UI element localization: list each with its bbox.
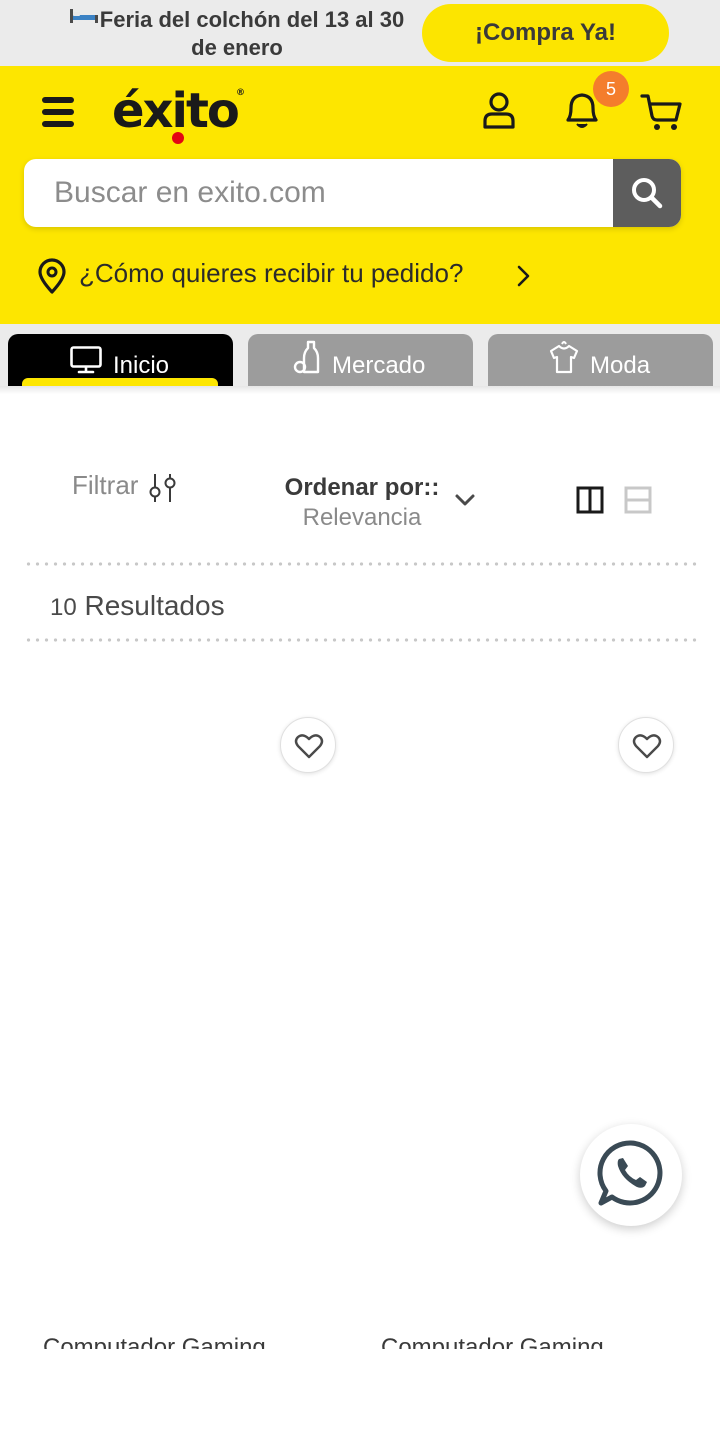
chevron-right-icon [517, 265, 530, 287]
logo-dot [172, 132, 184, 144]
tabs-shadow [0, 386, 720, 394]
search-button[interactable] [613, 159, 681, 227]
product-name[interactable]: Computador Gaming [43, 1333, 266, 1349]
buy-now-button[interactable]: ¡Compra Ya! [422, 4, 669, 62]
tab-mercado[interactable]: Mercado [248, 334, 473, 386]
exito-logo[interactable]: éxito ® [112, 76, 252, 146]
dotted-divider [24, 638, 698, 642]
favorite-button[interactable] [280, 717, 336, 773]
shopping-cart-icon[interactable] [640, 92, 684, 132]
filter-sliders-icon [149, 474, 176, 502]
delivery-prompt: ¿Cómo quieres recibir tu pedido? [79, 258, 464, 288]
notifications-badge: 5 [593, 71, 629, 107]
sort-value: Relevancia [302, 504, 422, 531]
dotted-divider [24, 562, 698, 566]
header: éxito ® 5 ¿Cómo quieres recibir tu pedid… [0, 66, 720, 324]
filter-button[interactable]: Filtrar [72, 470, 176, 506]
shirt-icon [549, 341, 579, 374]
logo-text: éxito [112, 83, 240, 139]
sort-selector[interactable]: Ordenar por:: Relevancia [262, 474, 462, 532]
grid-view-icon[interactable] [576, 486, 604, 514]
location-pin-icon [38, 258, 66, 294]
promo-message: Feria del colchón del 13 al 30 de enero [99, 7, 405, 60]
tab-label: Mercado [332, 352, 426, 379]
promo-text: Feria del colchón del 13 al 30 de enero [62, 6, 412, 62]
category-tabs: Inicio Mercado Moda [0, 324, 720, 388]
filter-label: Filtrar [72, 470, 139, 500]
tab-inicio[interactable]: Inicio [8, 334, 233, 386]
bed-icon [69, 9, 98, 23]
monitor-icon [70, 346, 102, 374]
list-view-icon[interactable] [624, 486, 652, 514]
whatsapp-icon [597, 1140, 663, 1206]
whatsapp-button[interactable] [580, 1124, 682, 1226]
user-account-icon[interactable] [480, 90, 518, 130]
logo-registered-mark: ® [236, 88, 245, 98]
sort-label: Ordenar por:: [284, 474, 440, 501]
search-bar [24, 159, 681, 227]
tab-label: Moda [590, 352, 651, 379]
favorite-button[interactable] [618, 717, 674, 773]
results-count: 10 Resultados [50, 590, 225, 622]
search-icon [632, 178, 663, 209]
delivery-selector[interactable]: ¿Cómo quieres recibir tu pedido? [36, 254, 556, 298]
search-input[interactable] [24, 159, 613, 227]
heart-icon [632, 734, 662, 759]
promo-banner: Feria del colchón del 13 al 30 de enero … [0, 0, 720, 66]
product-name[interactable]: Computador Gaming [381, 1333, 604, 1349]
tab-moda[interactable]: Moda [488, 334, 713, 386]
heart-icon [294, 734, 324, 759]
results-label: Resultados [84, 590, 225, 621]
chevron-down-icon[interactable] [454, 492, 476, 508]
hamburger-menu-icon[interactable] [40, 94, 76, 130]
tab-label: Inicio [113, 352, 170, 379]
results-number: 10 [50, 594, 77, 621]
bottle-icon [293, 340, 320, 374]
active-tab-indicator [22, 378, 218, 386]
